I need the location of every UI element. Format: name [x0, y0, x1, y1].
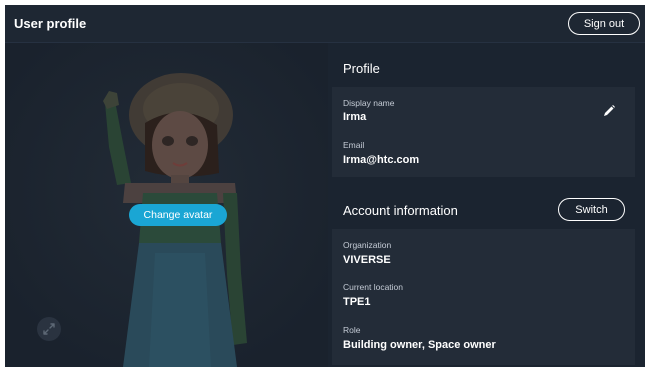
account-section-title: Account information	[343, 203, 458, 218]
role-value: Building owner, Space owner	[343, 339, 496, 351]
email-label: Email	[343, 140, 365, 150]
display-name-value: Irma	[343, 111, 367, 123]
sign-out-button[interactable]: Sign out	[568, 12, 640, 35]
change-avatar-button[interactable]: Change avatar	[129, 204, 227, 226]
display-name-label: Display name	[343, 98, 395, 108]
email-value: Irma@htc.com	[343, 154, 420, 166]
current-location-value: TPE1	[343, 296, 371, 308]
profile-card: Display name Irma Email Irma@htc.com	[332, 87, 635, 177]
user-profile-window: User profile Sign out Change avatar Prof…	[5, 5, 645, 367]
role-label: Role	[343, 325, 361, 335]
account-card: Organization VIVERSE Current location TP…	[332, 229, 635, 365]
switch-button[interactable]: Switch	[558, 198, 625, 221]
organization-value: VIVERSE	[343, 254, 391, 266]
profile-section-title: Profile	[343, 61, 380, 76]
header-bar: User profile Sign out	[5, 5, 645, 43]
current-location-label: Current location	[343, 282, 404, 292]
avatar-preview-panel: Change avatar	[5, 43, 328, 367]
pencil-icon[interactable]	[602, 104, 616, 118]
page-title: User profile	[14, 16, 87, 31]
expand-arrows-icon[interactable]	[37, 317, 61, 341]
organization-label: Organization	[343, 240, 392, 250]
